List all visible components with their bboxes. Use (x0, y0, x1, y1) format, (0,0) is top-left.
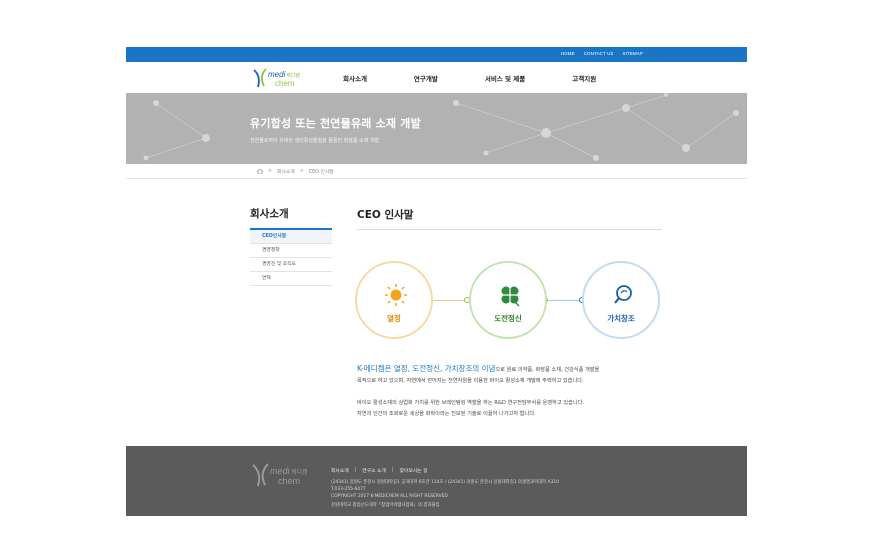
value-circle-challenge: 도전정신 (469, 261, 547, 339)
footer-tel: T.033-255-6477 (331, 487, 366, 492)
sidebar-title: 회사소개 (250, 208, 289, 220)
footer-link-company[interactable]: 회사소개 (331, 467, 349, 474)
intro-paragraph: K-메디켐은 열정, 도전정신, 가치창조의 이념으로 원료 의약품, 화장품 … (357, 363, 677, 387)
svg-text:medi: medi (268, 70, 286, 79)
footer-links: 회사소개 | 연구소 소개 | 찾아오시는 길 (331, 467, 428, 474)
sidebar-item-organization[interactable]: 경영진 및 조직도 (250, 258, 332, 272)
site-header: medi 케디켐 chem 회사소개 연구개발 서비스 및 제품 고객지원 (126, 62, 747, 93)
chevron-right-icon: > (299, 169, 304, 174)
k-medichem-logo[interactable]: medi 케디켐 chem (251, 67, 307, 89)
value-label-challenge: 도전정신 (494, 314, 522, 323)
breadcrumb-divider (126, 178, 747, 179)
value-label-passion: 열정 (387, 314, 401, 323)
rnd-line-1: 바이오 활성소재의 상업화 가치를 위한 브레인탱킹 역할을 하는 R&D 연구… (357, 400, 585, 406)
site-footer: medi 케디켐 chem 회사소개 | 연구소 소개 | 찾아오시는 길 (2… (126, 446, 747, 516)
main-nav: 회사소개 연구개발 서비스 및 제품 고객지원 (343, 73, 643, 83)
sitemap-link[interactable]: SITEMAP (623, 51, 643, 56)
hero-title: 유기합성 또는 천연물유래 소재 개발 (250, 117, 421, 130)
footer-link-lab[interactable]: 연구소 소개 (362, 467, 386, 474)
sidebar-item-ceo-greeting[interactable]: CEO인사말 (250, 230, 332, 244)
value-circle-passion: 열정 (355, 261, 433, 339)
footer-link-directions[interactable]: 찾아오시는 길 (400, 467, 428, 474)
sidebar-menu: CEO인사말 경영철학 경영진 및 조직도 연혁 (250, 228, 332, 286)
molecule-network-graphic (143, 93, 739, 161)
intro-highlight: K-메디켐은 열정, 도전정신, 가치창조의 이념 (357, 364, 496, 373)
intro-line-1: K-메디켐은 열정, 도전정신, 가치창조의 이념으로 원료 의약품, 화장품 … (357, 363, 677, 376)
hero-banner: 유기합성 또는 천연물유래 소재 개발 천연물로부터 유래된 생리활성물질을 활… (126, 93, 747, 164)
footer-separator: | (354, 468, 357, 473)
nav-item-research[interactable]: 연구개발 (414, 73, 438, 83)
core-values: 열정 도전정신 가치창조 (355, 261, 660, 341)
intro-line-1-rest: 으로 원료 의약품, 화장품 소재, 건강식품 개발을 (495, 367, 600, 373)
sidebar-item-history[interactable]: 연혁 (250, 272, 332, 286)
rnd-paragraph: 바이오 활성소재의 상업화 가치를 위한 브레인탱킹 역할을 하는 R&D 연구… (357, 398, 677, 420)
lightbulb-icon (614, 285, 632, 304)
breadcrumb: > 회사소개 > CEO 인사말 (257, 168, 334, 175)
page-title: CEO 인사말 (357, 209, 414, 221)
intro-line-2: 목적으로 하고 있으며, 자연에서 얻어지는 천연자원을 이용한 바이오 활성소… (357, 378, 584, 384)
sun-icon (385, 284, 407, 306)
chevron-right-icon: > (268, 169, 273, 174)
utility-links: HOME CONTACT US SITEMAP (561, 51, 643, 56)
title-divider (357, 229, 662, 230)
hero-subtitle: 천연물로부터 유래된 생리활성물질을 활용한 화장품 소재 개발 (250, 138, 380, 144)
footer-separator: | (391, 468, 394, 473)
footer-address: (24341) 강원도 춘천시 강원대학길1 공과대학 6호관 114호 / (… (331, 480, 559, 485)
sidebar-item-philosophy[interactable]: 경영철학 (250, 244, 332, 258)
footer-credit: 강원대학교 창업선도대학「창업아이템사업화」의 결과물임 (331, 503, 440, 508)
clover-icon (501, 286, 520, 307)
svg-text:케디켐: 케디켐 (291, 468, 308, 476)
nav-item-company[interactable]: 회사소개 (343, 73, 367, 83)
breadcrumb-item-company[interactable]: 회사소개 (277, 168, 295, 175)
svg-text:케디켐: 케디켐 (286, 72, 300, 79)
page: HOME CONTACT US SITEMAP medi 케디켐 chem 회사… (126, 47, 747, 516)
svg-text:chem: chem (275, 79, 295, 88)
value-label-creation: 가치창조 (607, 314, 635, 323)
rnd-line-2: 자연과 인간의 조화로운 세상을 화학이라는 진보된 기술로 이끌어 나가고자 … (357, 411, 536, 417)
value-circle-creation: 가치창조 (582, 261, 660, 339)
footer-logo: medi 케디켐 chem (252, 463, 308, 487)
home-link[interactable]: HOME (561, 51, 575, 56)
home-icon[interactable] (257, 169, 263, 174)
nav-item-support[interactable]: 고객지원 (572, 73, 596, 83)
svg-text:chem: chem (278, 476, 300, 486)
top-utility-bar: HOME CONTACT US SITEMAP (126, 47, 747, 62)
breadcrumb-item-current: CEO 인사말 (308, 170, 334, 175)
contact-us-link[interactable]: CONTACT US (584, 51, 614, 56)
nav-item-services[interactable]: 서비스 및 제품 (485, 73, 525, 83)
svg-text:medi: medi (270, 466, 291, 476)
footer-copyright: COPYRIGHT 2017 K-MEDICHEM ALL RIGHT RESE… (331, 494, 448, 499)
